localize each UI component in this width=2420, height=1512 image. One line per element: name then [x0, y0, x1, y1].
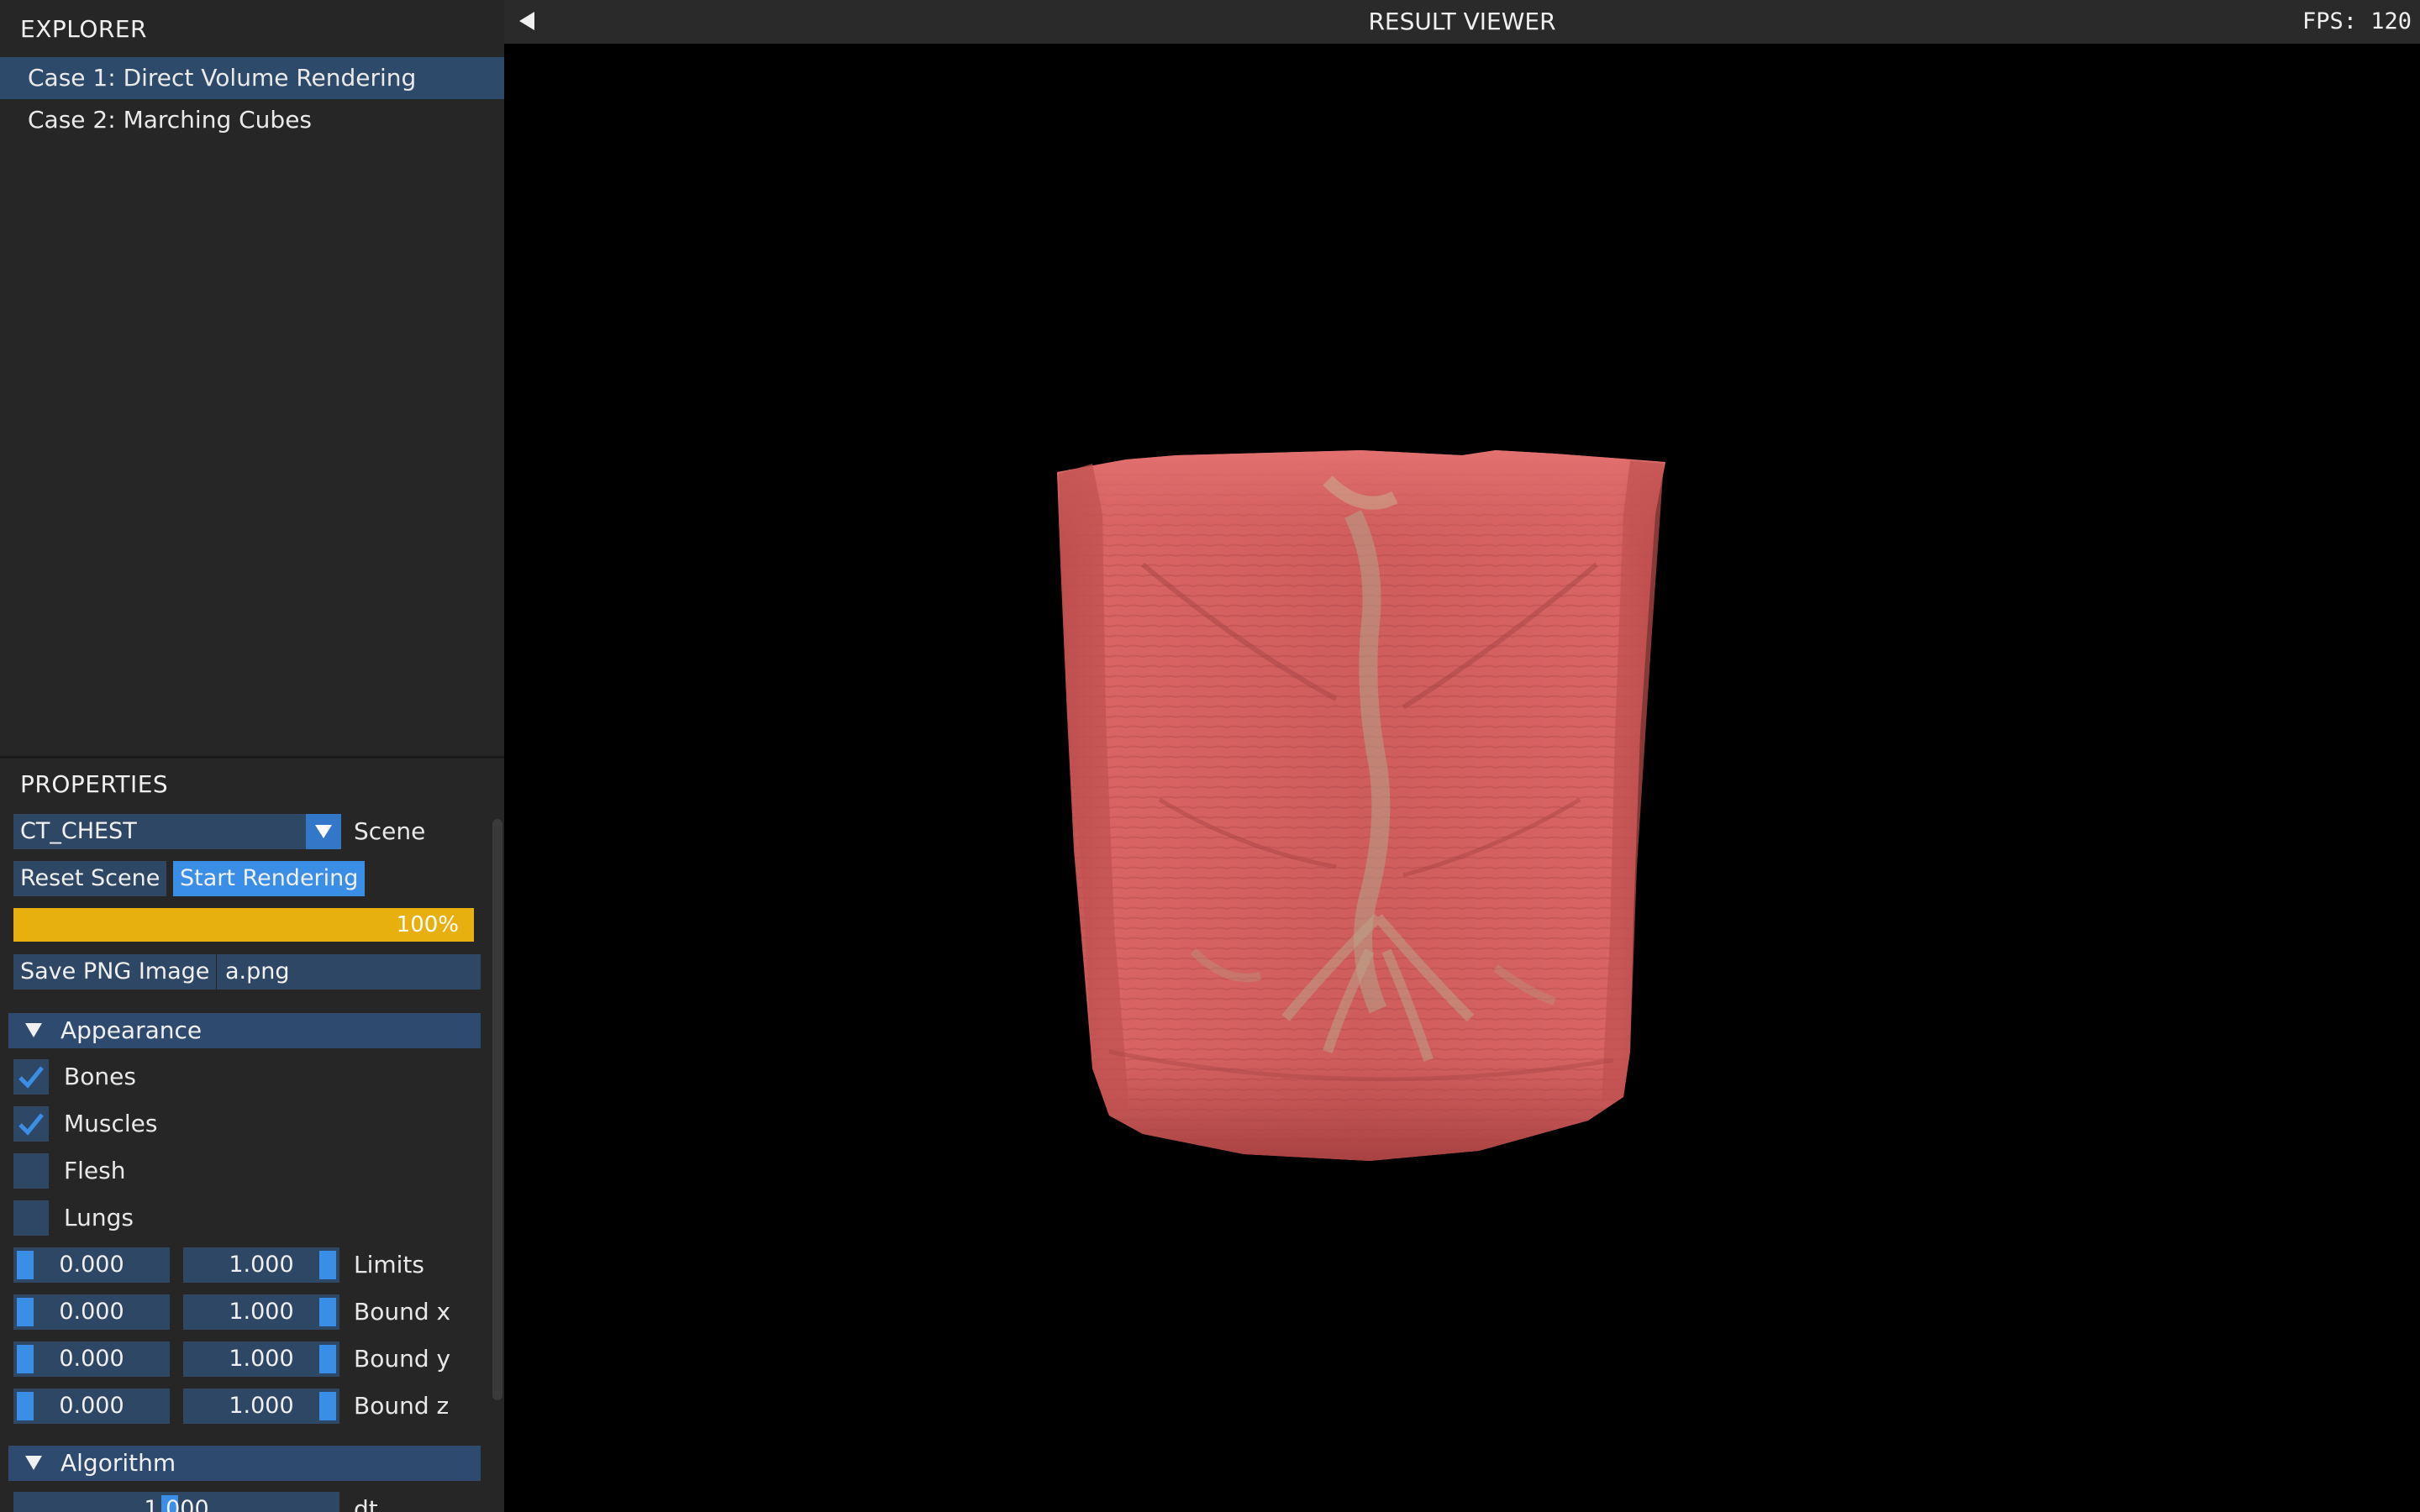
limits-max-value: 1.000 [229, 1252, 294, 1278]
left-panel: EXPLORER Case 1: Direct Volume Rendering… [0, 0, 504, 1512]
bones-checkbox[interactable] [13, 1059, 49, 1095]
explorer-title: EXPLORER [20, 15, 147, 43]
viewer-header: RESULT VIEWER FPS: 120 [504, 0, 2420, 44]
case-item-direct-volume-rendering[interactable]: Case 1: Direct Volume Rendering [0, 57, 504, 99]
algorithm-header-label: Algorithm [60, 1449, 176, 1477]
limits-min-slider[interactable]: 0.000 [13, 1247, 170, 1283]
explorer-panel: EXPLORER Case 1: Direct Volume Rendering… [0, 0, 504, 756]
muscles-checkbox[interactable] [13, 1106, 49, 1142]
limits-label: Limits [354, 1251, 424, 1278]
muscles-label: Muscles [64, 1110, 158, 1137]
bound-x-max-slider[interactable]: 1.000 [183, 1294, 339, 1330]
flesh-label: Flesh [64, 1157, 126, 1184]
case-item-marching-cubes[interactable]: Case 2: Marching Cubes [0, 99, 504, 141]
start-rendering-button[interactable]: Start Rendering [173, 861, 366, 896]
bound-y-min-slider[interactable]: 0.000 [13, 1341, 170, 1377]
bound-x-max-value: 1.000 [229, 1299, 294, 1325]
checkmark-icon [18, 1113, 44, 1136]
fps-counter: FPS: 120 [2302, 8, 2412, 34]
bound-z-min-slider[interactable]: 0.000 [13, 1389, 170, 1424]
render-canvas[interactable] [504, 44, 2420, 1512]
limits-min-value: 0.000 [59, 1252, 124, 1278]
chest-volume-render [1057, 450, 1665, 1161]
lungs-label: Lungs [64, 1204, 134, 1231]
algorithm-section-header[interactable]: Algorithm [8, 1446, 481, 1481]
viewer-title: RESULT VIEWER [1368, 8, 1556, 35]
flesh-checkbox[interactable] [13, 1153, 49, 1189]
save-png-button[interactable]: Save PNG Image [13, 954, 217, 990]
filename-input[interactable]: a.png [217, 954, 481, 990]
bound-z-max-value: 1.000 [229, 1393, 294, 1419]
lungs-checkbox[interactable] [13, 1200, 49, 1236]
bound-y-min-value: 0.000 [59, 1346, 124, 1372]
bound-z-max-slider[interactable]: 1.000 [183, 1389, 339, 1424]
render-progress-bar: 100% [13, 908, 474, 942]
bound-z-min-value: 0.000 [59, 1393, 124, 1419]
scene-label: Scene [354, 817, 426, 845]
bound-y-label: Bound y [354, 1345, 451, 1373]
bound-z-label: Bound z [354, 1392, 450, 1420]
limits-max-slider[interactable]: 1.000 [183, 1247, 339, 1283]
properties-panel: PROPERTIES CT_CHEST Scene Reset Scene St… [0, 759, 504, 1512]
bound-y-max-value: 1.000 [229, 1346, 294, 1372]
bound-x-label: Bound x [354, 1298, 451, 1326]
scene-select[interactable]: CT_CHEST [13, 814, 341, 849]
reset-scene-button[interactable]: Reset Scene [13, 861, 167, 896]
bound-y-max-slider[interactable]: 1.000 [183, 1341, 339, 1377]
dt-value: 1.000 [144, 1496, 209, 1512]
collapse-triangle-icon [25, 1023, 42, 1037]
properties-title: PROPERTIES [20, 770, 169, 798]
collapse-triangle-icon [25, 1456, 42, 1470]
result-viewer: RESULT VIEWER FPS: 120 [504, 0, 2420, 1512]
dt-label: dt [354, 1495, 378, 1512]
appearance-section-header[interactable]: Appearance [8, 1013, 481, 1048]
checkmark-icon [18, 1066, 44, 1089]
dropdown-arrow-icon[interactable] [306, 814, 341, 849]
render-progress-text: 100% [396, 912, 459, 937]
bones-label: Bones [64, 1063, 136, 1090]
properties-scrollbar[interactable] [492, 819, 502, 1400]
dt-slider[interactable]: 1.000 [13, 1492, 339, 1512]
scene-select-value: CT_CHEST [20, 818, 137, 844]
bound-x-min-value: 0.000 [59, 1299, 124, 1325]
bound-x-min-slider[interactable]: 0.000 [13, 1294, 170, 1330]
appearance-header-label: Appearance [60, 1016, 203, 1044]
